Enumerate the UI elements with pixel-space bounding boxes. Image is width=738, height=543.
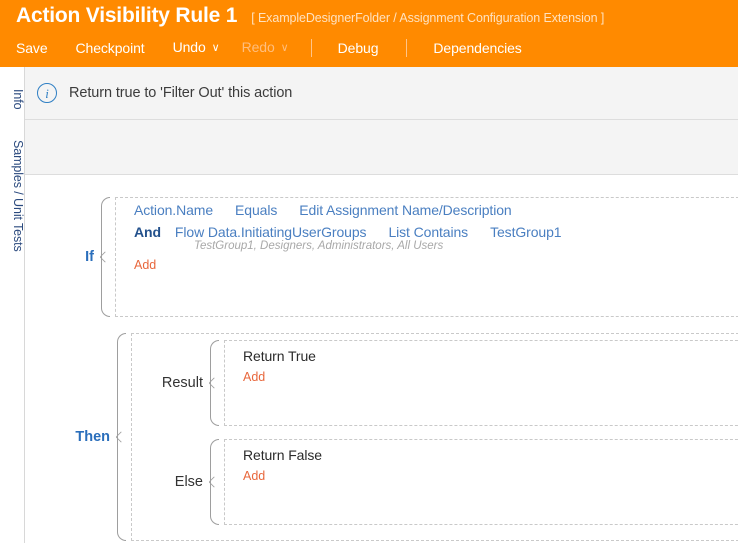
debug-button[interactable]: Debug bbox=[338, 31, 379, 65]
condition-value[interactable]: Edit Assignment Name/Description bbox=[299, 202, 511, 218]
add-else-link[interactable]: Add bbox=[225, 469, 265, 483]
brace-icon bbox=[208, 340, 224, 426]
if-label: If bbox=[85, 249, 94, 265]
checkpoint-button[interactable]: Checkpoint bbox=[76, 31, 145, 65]
redo-label: Redo bbox=[241, 39, 275, 55]
else-label: Else bbox=[174, 474, 203, 490]
then-label: Then bbox=[75, 429, 110, 445]
condition-comparator[interactable]: Equals bbox=[235, 202, 277, 218]
else-region: Return False Add bbox=[224, 439, 738, 525]
app-header: Action Visibility Rule 1 [ ExampleDesign… bbox=[0, 0, 738, 67]
condition-comparator[interactable]: List Contains bbox=[388, 224, 468, 240]
info-banner-text: Return true to 'Filter Out' this action bbox=[69, 85, 293, 101]
condition-row[interactable]: Action.Name Equals Edit Assignment Name/… bbox=[116, 198, 738, 220]
chevron-down-icon: ∨ bbox=[211, 42, 220, 54]
toolbar-divider bbox=[310, 39, 312, 57]
content-area: i Return true to 'Filter Out' this actio… bbox=[25, 67, 738, 543]
undo-button[interactable]: Undo ∨ bbox=[173, 30, 220, 66]
undo-label: Undo bbox=[172, 39, 206, 55]
add-result-link[interactable]: Add bbox=[225, 370, 265, 384]
info-circle-icon: i bbox=[37, 83, 57, 103]
condition-value[interactable]: TestGroup1 bbox=[490, 224, 561, 240]
chevron-down-icon: ∨ bbox=[280, 42, 289, 54]
sidebar-item-samples-unit-tests[interactable]: Samples / Unit Tests bbox=[0, 140, 25, 252]
if-conditions-region: Action.Name Equals Edit Assignment Name/… bbox=[115, 197, 738, 317]
result-region: Return True Add bbox=[224, 340, 738, 426]
brace-icon bbox=[115, 333, 131, 541]
dependencies-button[interactable]: Dependencies bbox=[433, 31, 521, 65]
save-button[interactable]: Save bbox=[16, 31, 48, 65]
page-title: Action Visibility Rule 1 bbox=[16, 4, 238, 27]
add-condition-link[interactable]: Add bbox=[116, 258, 156, 272]
result-label: Result bbox=[161, 375, 203, 391]
result-branch: Result Return True Add bbox=[154, 340, 738, 426]
else-action[interactable]: Return False bbox=[225, 440, 738, 463]
brace-icon bbox=[208, 439, 224, 525]
then-group: Then Result Return True Add Else Return … bbox=[69, 333, 738, 541]
condition-subject[interactable]: Action.Name bbox=[134, 202, 213, 218]
condition-row[interactable]: And Flow Data.InitiatingUserGroups List … bbox=[116, 220, 738, 242]
result-action[interactable]: Return True bbox=[225, 341, 738, 364]
if-group: If Action.Name Equals Edit Assignment Na… bbox=[69, 197, 738, 317]
toolbar-divider bbox=[406, 39, 408, 57]
breadcrumb: [ ExampleDesignerFolder / Assignment Con… bbox=[251, 11, 605, 25]
else-branch: Else Return False Add bbox=[154, 439, 738, 525]
info-banner: i Return true to 'Filter Out' this actio… bbox=[25, 67, 738, 120]
rule-canvas: If Action.Name Equals Edit Assignment Na… bbox=[25, 175, 738, 543]
condition-operator[interactable]: And bbox=[134, 224, 161, 240]
then-branches-region: Result Return True Add Else Return False… bbox=[131, 333, 738, 541]
toolbar: Save Checkpoint Undo ∨ Redo ∨ Debug Depend… bbox=[0, 31, 738, 65]
brace-icon bbox=[99, 197, 115, 317]
left-tab-rail: Info Samples / Unit Tests bbox=[0, 67, 25, 543]
redo-button[interactable]: Redo ∨ bbox=[242, 30, 289, 66]
secondary-band bbox=[25, 120, 738, 175]
condition-note: TestGroup1, Designers, Administrators, A… bbox=[194, 240, 444, 252]
body: Info Samples / Unit Tests i Return true … bbox=[0, 67, 738, 543]
sidebar-item-info[interactable]: Info bbox=[0, 89, 25, 109]
title-row: Action Visibility Rule 1 [ ExampleDesign… bbox=[0, 0, 738, 31]
condition-subject[interactable]: Flow Data.InitiatingUserGroups bbox=[175, 224, 367, 240]
